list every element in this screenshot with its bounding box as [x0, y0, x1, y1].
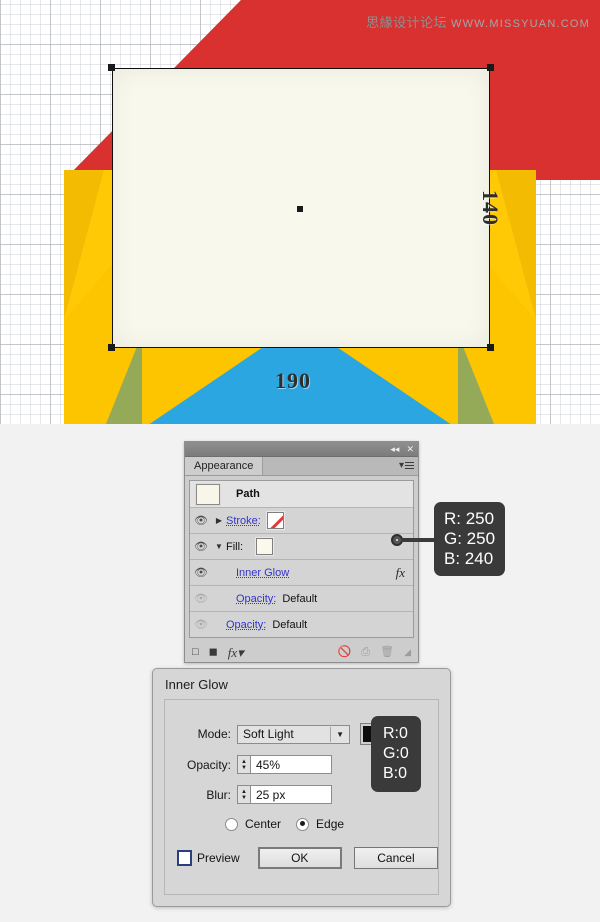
glow-rgb-b: B:0 [383, 765, 408, 782]
envelope-left-fold-shade [64, 170, 104, 320]
appearance-row-path[interactable]: Path [190, 481, 413, 508]
blur-input[interactable]: 25 px [250, 785, 332, 804]
fill-rgb-callout: R: 250 G: 250 B: 240 [434, 502, 506, 576]
appearance-body: Path 👁 ▶ Stroke: 👁 ▼ Fill: 👁 Inner Glow … [185, 476, 418, 642]
opacity-stepper[interactable]: ▲ ▼ [237, 755, 250, 774]
watermark: 思緣设计论坛 WWW.MISSYUAN.COM [366, 12, 590, 31]
inner-glow-label[interactable]: Inner Glow [236, 567, 289, 579]
path-label: Path [236, 488, 260, 500]
stroke-label[interactable]: Stroke: [226, 515, 261, 527]
blur-label: Blur: [206, 787, 231, 802]
illustration-canvas: 190 140 思緣设计论坛 WWW.MISSYUAN.COM [0, 0, 600, 424]
opacity-label-nested[interactable]: Opacity: [236, 593, 276, 605]
glow-rgb-callout: R:0 G:0 B:0 [371, 716, 421, 792]
appearance-row-opacity[interactable]: 👁 Opacity: Default [190, 612, 413, 637]
callout-leader-line [401, 538, 437, 542]
fill-rgb-r: R: 250 [444, 509, 495, 528]
watermark-chinese: 思緣设计论坛 [366, 15, 448, 30]
dimension-label-height: 140 [478, 190, 503, 226]
blend-mode-value: Soft Light [243, 727, 294, 741]
radio-edge-label: Edge [316, 817, 345, 831]
preview-checkbox[interactable] [177, 850, 192, 866]
opacity-value-nested: Default [282, 592, 318, 605]
radio-center[interactable] [225, 817, 238, 831]
none-stroke-swatch[interactable] [265, 511, 285, 530]
add-new-fill-icon[interactable]: ◼ [209, 646, 218, 658]
visibility-eye-icon[interactable]: 👁 [190, 540, 212, 553]
visibility-eye-icon[interactable]: 👁 [190, 566, 212, 579]
anchor-point-top-right[interactable] [487, 64, 494, 71]
blur-stepper[interactable]: ▲ ▼ [237, 785, 250, 804]
resize-grip-icon[interactable]: ◢ [404, 647, 411, 657]
tab-appearance[interactable]: Appearance [185, 457, 264, 475]
opacity-label[interactable]: Opacity: [226, 619, 266, 631]
appearance-panel: ◂◂ ✕ Appearance ▾ Path 👁 ▶ Stroke: 👁 ▼ F… [184, 441, 419, 663]
fill-color-swatch[interactable] [255, 537, 275, 556]
cancel-button[interactable]: Cancel [353, 847, 438, 869]
duplicate-item-icon[interactable]: ⎙ [361, 646, 370, 658]
fill-rgb-g: G: 250 [444, 529, 496, 548]
panel-menu-icon[interactable]: ▾ [399, 460, 414, 471]
visibility-eye-icon[interactable]: 👁 [190, 592, 212, 605]
chevron-down-icon: ▼ [336, 729, 344, 739]
fx-icon[interactable]: fx [396, 565, 405, 581]
opacity-label: Opacity: [186, 757, 231, 772]
fill-rgb-b: B: 240 [444, 549, 494, 568]
fill-label[interactable]: Fill: [226, 541, 243, 553]
chevron-down-icon[interactable]: ▼ [212, 542, 226, 551]
appearance-row-inner-glow[interactable]: 👁 Inner Glow fx [190, 560, 413, 586]
appearance-tabstrip: Appearance ▾ [185, 457, 418, 476]
glow-rgb-r: R:0 [383, 725, 408, 742]
appearance-row-opacity-nested[interactable]: 👁 Opacity: Default [190, 586, 413, 612]
preview-label: Preview [196, 851, 240, 865]
appearance-row-fill[interactable]: 👁 ▼ Fill: [190, 534, 413, 560]
path-thumbnail [195, 482, 221, 506]
watermark-url: WWW.MISSYUAN.COM [451, 18, 590, 30]
anchor-point-bottom-right[interactable] [487, 344, 494, 351]
anchor-point-bottom-left[interactable] [108, 344, 115, 351]
visibility-eye-icon[interactable]: 👁 [190, 618, 212, 631]
clear-appearance-icon[interactable]: 🚫 [338, 646, 352, 658]
radio-center-label: Center [245, 817, 282, 831]
appearance-row-stroke[interactable]: 👁 ▶ Stroke: [190, 508, 413, 534]
appearance-titlebar: ◂◂ ✕ [185, 442, 418, 457]
add-new-effect-icon[interactable]: fx▾ [228, 646, 244, 659]
opacity-value: Default [272, 618, 308, 631]
appearance-list: Path 👁 ▶ Stroke: 👁 ▼ Fill: 👁 Inner Glow … [189, 480, 414, 638]
center-point-marker [297, 206, 303, 212]
dimension-label-width: 190 [275, 368, 311, 393]
mode-label: Mode: [197, 727, 231, 741]
opacity-input[interactable]: 45% [250, 755, 332, 774]
delete-item-icon[interactable]: 🗑 [380, 646, 394, 658]
appearance-footer: □ ◼ fx▾ 🚫 ⎙ 🗑 ◢ [185, 642, 418, 662]
chevron-right-icon[interactable]: ▶ [212, 516, 226, 525]
radio-edge[interactable] [296, 817, 310, 831]
dialog-title: Inner Glow [165, 677, 228, 692]
collapse-icon[interactable]: ◂◂ [390, 444, 399, 454]
add-new-stroke-icon[interactable]: □ [192, 646, 199, 658]
ok-button[interactable]: OK [257, 847, 342, 869]
glow-rgb-g: G:0 [383, 745, 409, 762]
close-icon[interactable]: ✕ [406, 444, 414, 454]
anchor-point-top-left[interactable] [108, 64, 115, 71]
blend-mode-select[interactable]: Soft Light ▼ [237, 724, 350, 744]
visibility-eye-icon[interactable]: 👁 [190, 514, 212, 527]
